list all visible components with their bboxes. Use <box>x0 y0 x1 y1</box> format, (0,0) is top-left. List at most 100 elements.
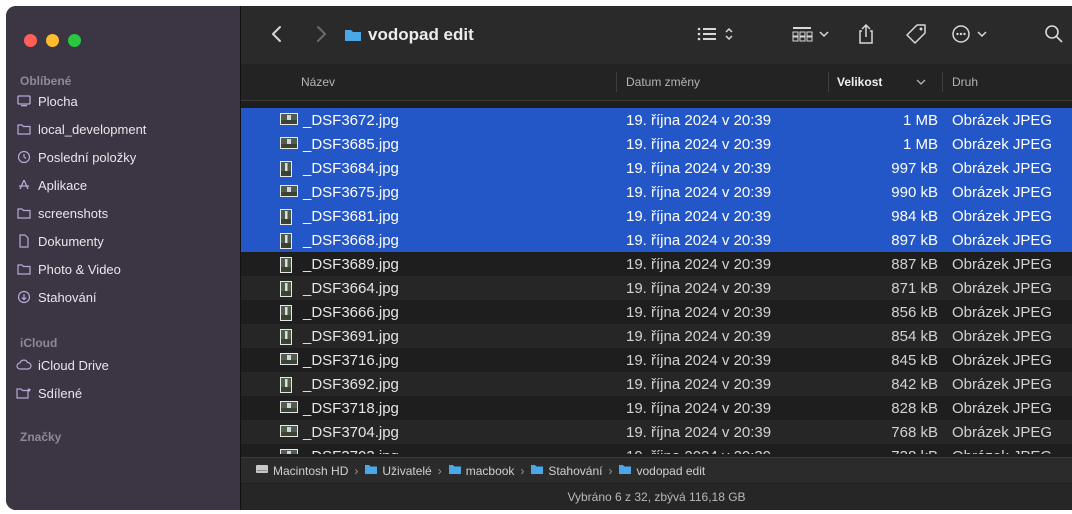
file-kind: Obrázek JPEG <box>952 159 1053 177</box>
sidebar-item-label: Plocha <box>38 93 78 109</box>
file-date: 19. října 2024 v 20:39 <box>626 111 772 129</box>
image-thumbnail-icon <box>279 352 299 370</box>
column-name[interactable]: Název <box>301 64 335 100</box>
chevron-right-icon <box>317 26 326 42</box>
folder-icon <box>16 122 32 136</box>
column-divider[interactable] <box>616 72 617 92</box>
file-name: _DSF3685.jpg <box>303 135 399 153</box>
sidebar-item-label: Poslední položky <box>38 149 137 165</box>
column-divider[interactable] <box>942 72 943 92</box>
file-row[interactable]: _DSF3681.jpg 19. října 2024 v 20:39 984 kB… <box>241 204 1072 228</box>
finder-window: Oblíbené Plocha local_development Poslední… <box>6 6 1072 510</box>
file-date: 19. října 2024 v 20:39 <box>626 231 772 249</box>
search-icon <box>1045 25 1063 43</box>
path-item[interactable]: Stahování <box>530 463 602 478</box>
column-date[interactable]: Datum změny <box>626 64 700 100</box>
image-thumbnail-icon <box>279 112 299 130</box>
sidebar-item-aplikace[interactable]: Aplikace <box>16 174 230 196</box>
image-thumbnail-icon <box>279 400 299 418</box>
file-kind: Obrázek JPEG <box>952 327 1053 345</box>
column-kind[interactable]: Druh <box>952 64 978 100</box>
file-row[interactable]: _DSF3716.jpg 19. října 2024 v 20:39 845 kB… <box>241 348 1072 372</box>
file-row[interactable]: _DSF3672.jpg 19. října 2024 v 20:39 1 MB Ob… <box>241 108 1072 132</box>
file-date: 19. října 2024 v 20:39 <box>626 159 772 177</box>
file-row[interactable]: _DSF3685.jpg 19. října 2024 v 20:39 1 MB Ob… <box>241 132 1072 156</box>
file-row[interactable]: _DSF3689.jpg 19. října 2024 v 20:39 887 kB… <box>241 252 1072 276</box>
image-thumbnail-icon <box>279 448 299 454</box>
file-kind: Obrázek JPEG <box>952 135 1053 153</box>
share-button[interactable] <box>853 20 879 48</box>
view-options-button[interactable] <box>693 20 745 48</box>
file-size: 768 kB <box>891 423 938 441</box>
sidebar-item-screenshots[interactable]: screenshots <box>16 202 230 224</box>
sidebar-item-plocha[interactable]: Plocha <box>16 90 230 112</box>
tag-button[interactable] <box>901 20 931 48</box>
sidebar-item-local-development[interactable]: local_development <box>16 118 230 140</box>
file-row[interactable]: _DSF3718.jpg 19. října 2024 v 20:39 828 kB… <box>241 396 1072 420</box>
file-date: 19. října 2024 v 20:39 <box>626 351 772 369</box>
file-name: _DSF3684.jpg <box>303 159 399 177</box>
file-size: 1 MB <box>902 111 938 129</box>
search-button[interactable] <box>1041 20 1067 48</box>
file-date: 19. října 2024 v 20:39 <box>626 279 772 297</box>
clock-icon <box>16 150 32 164</box>
file-name: _DSF3672.jpg <box>303 111 399 129</box>
path-item[interactable]: macbook <box>448 463 514 478</box>
sidebar-item-sd-len-[interactable]: Sdílené <box>16 382 230 404</box>
sidebar-item-photo-video[interactable]: Photo & Video <box>16 258 230 280</box>
file-size: 856 kB <box>891 303 938 321</box>
ellipsis-circle-icon <box>952 25 987 43</box>
chevron-left-icon <box>272 26 281 42</box>
file-date: 19. října 2024 v 20:39 <box>626 135 772 153</box>
sidebar-section-icloud: iCloud <box>20 336 58 350</box>
minimize-button[interactable] <box>46 34 59 47</box>
download-icon <box>16 290 32 304</box>
path-separator: › <box>608 463 613 478</box>
forward-button[interactable] <box>309 20 333 48</box>
file-row[interactable]: _DSF3664.jpg 19. října 2024 v 20:39 871 kB… <box>241 276 1072 300</box>
folder-icon <box>16 206 32 220</box>
sidebar-item-label: iCloud Drive <box>38 357 109 373</box>
close-button[interactable] <box>24 34 37 47</box>
file-row[interactable]: _DSF3666.jpg 19. října 2024 v 20:39 856 kB… <box>241 300 1072 324</box>
file-date: 19. října 2024 v 20:39 <box>626 375 772 393</box>
file-row[interactable]: _DSF3668.jpg 19. října 2024 v 20:39 897 kB… <box>241 228 1072 252</box>
path-item[interactable]: vodopad edit <box>618 463 705 478</box>
sidebar-item-posledn-polo-ky[interactable]: Poslední položky <box>16 146 230 168</box>
file-row[interactable]: _DSF3675.jpg 19. října 2024 v 20:39 990 kB… <box>241 180 1072 204</box>
group-button[interactable] <box>789 20 835 48</box>
sidebar-item-icloud-drive[interactable]: iCloud Drive <box>16 354 230 376</box>
sidebar-item-stahov-n-[interactable]: Stahování <box>16 286 230 308</box>
file-name: _DSF3718.jpg <box>303 399 399 417</box>
path-item[interactable]: Macintosh HD <box>255 463 348 478</box>
file-date: 19. října 2024 v 20:39 <box>626 399 772 417</box>
file-name: _DSF3689.jpg <box>303 255 399 273</box>
path-separator: › <box>520 463 525 478</box>
file-row[interactable]: _DSF3692.jpg 19. října 2024 v 20:39 842 kB… <box>241 372 1072 396</box>
folder-icon <box>16 262 32 276</box>
column-size[interactable]: Velikost <box>837 64 926 100</box>
back-button[interactable] <box>265 20 289 48</box>
status-bar: Vybráno 6 z 32, zbývá 116,18 GB <box>241 484 1072 510</box>
path-item[interactable]: Uživatelé <box>364 463 432 478</box>
file-row[interactable]: _DSF3703.jpg 19. října 2024 v 20:39 738 kB… <box>241 444 1072 454</box>
file-date: 19. října 2024 v 20:39 <box>626 183 772 201</box>
file-name: _DSF3666.jpg <box>303 303 399 321</box>
disk-icon <box>255 463 269 478</box>
file-row[interactable]: _DSF3691.jpg 19. října 2024 v 20:39 854 kB… <box>241 324 1072 348</box>
more-actions-button[interactable] <box>949 20 995 48</box>
column-divider[interactable] <box>828 72 829 92</box>
cloud-icon <box>16 358 32 372</box>
file-name: _DSF3675.jpg <box>303 183 399 201</box>
image-thumbnail-icon <box>279 280 293 302</box>
file-row[interactable]: _DSF3704.jpg 19. října 2024 v 20:39 768 kB… <box>241 420 1072 444</box>
window-controls <box>24 34 81 47</box>
file-kind: Obrázek JPEG <box>952 423 1053 441</box>
zoom-button[interactable] <box>68 34 81 47</box>
file-size: 990 kB <box>891 183 938 201</box>
image-thumbnail-icon <box>279 328 293 350</box>
file-row[interactable]: _DSF3684.jpg 19. října 2024 v 20:39 997 kB… <box>241 156 1072 180</box>
sidebar-item-dokumenty[interactable]: Dokumenty <box>16 230 230 252</box>
download-folder-icon <box>530 463 544 478</box>
image-thumbnail-icon <box>279 232 293 254</box>
